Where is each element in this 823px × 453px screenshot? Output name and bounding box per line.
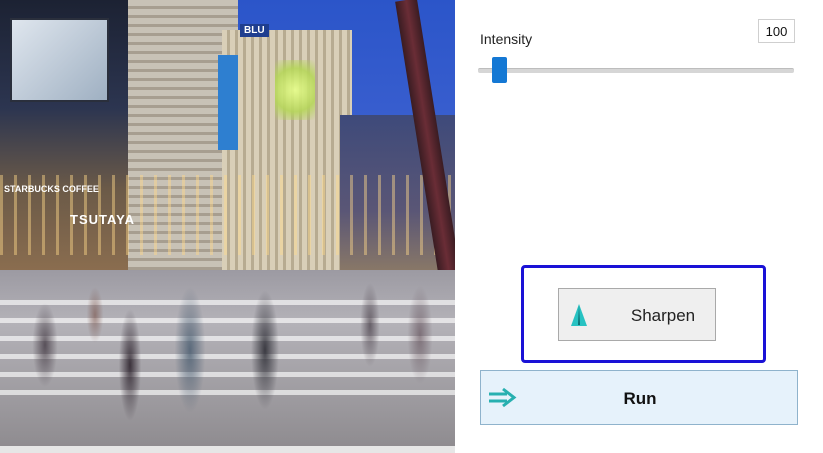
photo-sign-starbucks: STARBUCKS COFFEE xyxy=(4,184,99,194)
sharpen-triangle-icon xyxy=(571,304,587,326)
sharpen-button[interactable]: Sharpen xyxy=(558,288,716,341)
photo-neon-glow xyxy=(275,60,315,120)
sharpen-button-label: Sharpen xyxy=(630,305,696,325)
intensity-label: Intensity xyxy=(480,31,533,47)
image-preview: BLU STARBUCKS COFFEE TSUTAYA xyxy=(0,0,455,446)
run-button-label: Run xyxy=(623,388,657,408)
photo-crowd xyxy=(0,255,455,445)
photo-bottom-strip xyxy=(0,446,455,453)
photo-vertical-sign xyxy=(218,55,238,150)
photo-billboard-screen xyxy=(10,18,109,102)
photo-sign-tsutaya: TSUTAYA xyxy=(70,212,136,227)
photo-sign-blu: BLU xyxy=(240,24,269,37)
intensity-slider-thumb[interactable] xyxy=(492,57,507,83)
run-button[interactable]: Run xyxy=(480,370,798,425)
intensity-value-field[interactable]: 100 xyxy=(758,19,795,43)
intensity-slider-track[interactable] xyxy=(478,68,794,73)
